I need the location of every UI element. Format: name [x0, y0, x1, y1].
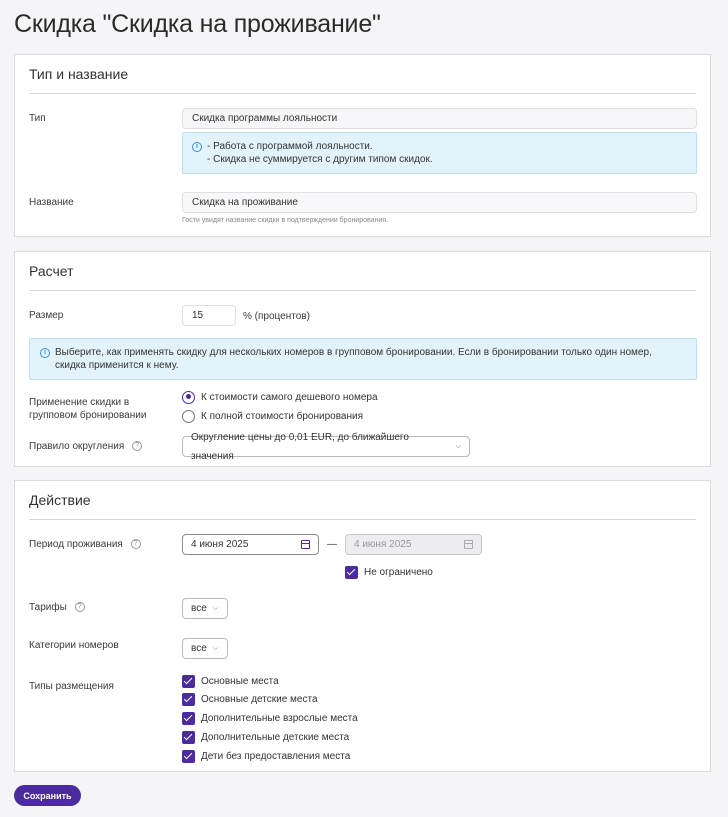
radio-cheapest-room[interactable]: К стоимости самого дешевого номера	[182, 390, 378, 404]
group-info-text: Выберите, как применять скидку для неско…	[55, 347, 652, 371]
info-icon: i	[192, 142, 202, 152]
section-divider	[29, 93, 696, 94]
placement-checkbox[interactable]: Дети без предоставления места	[182, 749, 350, 763]
name-label: Название	[29, 197, 74, 208]
checkbox-checked[interactable]	[182, 749, 195, 763]
calendar-icon	[464, 540, 473, 549]
calendar-icon[interactable]	[301, 540, 310, 549]
info-line-2: - Скидка не суммируется с другим типом с…	[207, 154, 433, 165]
type-label: Тип	[29, 113, 46, 124]
chevron-down-icon: ⌵	[212, 605, 219, 612]
placement-label: Типы размещения	[29, 681, 114, 692]
radio-button-selected[interactable]	[182, 390, 195, 404]
checkbox-checked[interactable]	[182, 674, 195, 688]
section-divider	[29, 290, 696, 291]
placement-checkbox[interactable]: Основные места	[182, 674, 279, 688]
help-icon[interactable]: ?	[74, 602, 85, 613]
type-info-box: i - Работа с программой лояльности. - Ск…	[182, 132, 697, 174]
help-icon[interactable]: ?	[130, 539, 141, 550]
rounding-dropdown[interactable]: Округление цены до 0,01 EUR, до ближайше…	[182, 432, 470, 462]
date-to-input: 4 июня 2025	[345, 534, 482, 555]
categories-dropdown[interactable]: все ⌵	[182, 638, 228, 659]
size-label: Размер	[29, 310, 64, 321]
unlimited-checkbox[interactable]: Не ограничено	[345, 565, 433, 579]
section-divider	[29, 519, 696, 520]
size-input[interactable]: 15	[182, 305, 236, 326]
checkbox-checked[interactable]	[182, 693, 195, 707]
help-icon[interactable]: ?	[132, 441, 143, 452]
section-title: Тип и название	[29, 66, 129, 82]
section-title: Действие	[29, 492, 91, 508]
placement-checkbox[interactable]: Основные детские места	[182, 693, 318, 707]
radio-full-booking[interactable]: К полной стоимости бронирования	[182, 409, 363, 423]
name-hint: Гости увидят название скидки в подтвержд…	[182, 217, 389, 224]
type-and-name-section: Тип и название Тип Скидка программы лоял…	[14, 54, 711, 237]
page-title: Скидка "Скидка на проживание"	[14, 10, 381, 38]
section-title: Расчет	[29, 263, 74, 279]
categories-label: Категории номеров	[29, 640, 119, 651]
date-separator: —	[327, 539, 337, 550]
period-label: Период проживания ?	[29, 538, 141, 551]
tariffs-label: Тарифы ?	[29, 601, 85, 614]
action-section: Действие Период проживания ? 4 июня 2025…	[14, 480, 711, 772]
type-field[interactable]: Скидка программы лояльности	[182, 108, 697, 129]
radio-button[interactable]	[182, 409, 195, 423]
tariffs-dropdown[interactable]: все ⌵	[182, 598, 228, 619]
chevron-down-icon: ⌵	[212, 645, 219, 652]
info-line-1: - Работа с программой лояльности.	[207, 141, 373, 152]
placement-checkbox[interactable]: Дополнительные взрослые места	[182, 712, 358, 726]
save-button[interactable]: Сохранить	[14, 785, 81, 806]
name-input[interactable]: Скидка на проживание	[182, 192, 697, 213]
placement-checkbox[interactable]: Дополнительные детские места	[182, 730, 349, 744]
group-application-label: Применение скидки в групповом бронирован…	[29, 397, 147, 421]
checkbox-checked[interactable]	[182, 712, 195, 726]
info-icon: i	[40, 348, 50, 358]
date-from-input[interactable]: 4 июня 2025	[182, 534, 319, 555]
chevron-down-icon: ⌵	[455, 443, 461, 450]
rounding-label: Правило округления ?	[29, 440, 143, 453]
calculation-section: Расчет Размер 15 % (процентов) i Выберит…	[14, 251, 711, 467]
checkbox-checked[interactable]	[345, 565, 358, 579]
group-info-box: i Выберите, как применять скидку для нес…	[29, 338, 697, 380]
size-unit: % (процентов)	[243, 311, 310, 322]
checkbox-checked[interactable]	[182, 730, 195, 744]
